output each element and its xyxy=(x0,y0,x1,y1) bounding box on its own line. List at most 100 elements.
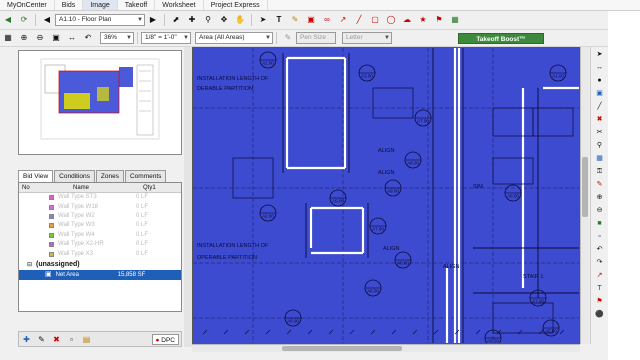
ellipse-icon[interactable]: ◯ xyxy=(385,14,397,26)
area-select[interactable]: Area (All Areas) ▼ xyxy=(195,32,273,44)
hand-icon[interactable]: ✋ xyxy=(234,14,246,26)
pan-icon[interactable]: ✥ xyxy=(218,14,230,26)
next-page-icon[interactable]: ▶ xyxy=(147,14,159,26)
cloud-icon[interactable]: ☁ xyxy=(401,14,413,26)
zoom-width-icon[interactable]: ↔ xyxy=(66,32,78,44)
collapse-icon[interactable]: ⊟ xyxy=(27,261,32,268)
vertical-scrollbar[interactable] xyxy=(580,47,589,344)
lock-icon[interactable]: ⚿ xyxy=(593,166,607,177)
zoom-tool-icon[interactable]: ⊕ xyxy=(593,192,607,203)
pen-icon[interactable]: ✎ xyxy=(282,32,294,44)
delete-condition-icon[interactable]: ✖ xyxy=(51,334,62,345)
col-qty1[interactable]: Qty1 xyxy=(111,183,156,192)
stamp-icon[interactable]: ▣ xyxy=(305,14,317,26)
layers-icon[interactable]: ▦ xyxy=(449,14,461,26)
copy-condition-icon[interactable]: ▫ xyxy=(66,334,77,345)
condition-row[interactable]: Wall Type W3 0 LF xyxy=(19,221,181,230)
area-icon[interactable]: ▣ xyxy=(593,88,607,99)
edit-condition-icon[interactable]: ✎ xyxy=(36,334,47,345)
flag-icon[interactable]: ⚑ xyxy=(433,14,445,26)
add-condition-icon[interactable]: ✚ xyxy=(21,334,32,345)
tab-bid-view[interactable]: Bid View xyxy=(18,170,54,182)
page-thumbnail[interactable] xyxy=(18,50,182,155)
tab-comments[interactable]: Comments xyxy=(124,170,167,182)
eraser-icon[interactable]: ✖ xyxy=(593,114,607,125)
text-tool-icon[interactable]: T xyxy=(593,283,607,294)
snap-icon[interactable]: ⚲ xyxy=(593,140,607,151)
section-tag-label: A3.00 xyxy=(361,74,373,79)
secondary-toolbar: ▦ ⊕ ⊖ ▣ ↔ ↶ 36% ▼ 1/8" = 1'-0" ▼ Area (All… xyxy=(0,30,640,47)
col-name[interactable]: Name xyxy=(49,183,111,192)
count-icon[interactable]: ● xyxy=(593,75,607,86)
condition-row[interactable]: Wall Type W4 0 LF xyxy=(19,231,181,240)
crosshair-icon[interactable]: ✚ xyxy=(186,14,198,26)
condition-row[interactable]: Wall Type X3 0 LF xyxy=(19,249,181,258)
rectangle-icon[interactable]: ▢ xyxy=(369,14,381,26)
page-select[interactable]: A1.10 - Floor Plan ▼ xyxy=(55,14,145,26)
back-icon[interactable]: ◀ xyxy=(2,14,14,26)
takeoff-boost-button[interactable]: Takeoff Boost™ xyxy=(458,33,544,44)
scale-select[interactable]: 1/8" = 1'-0" ▼ xyxy=(141,32,191,44)
menu-bids[interactable]: Bids xyxy=(55,0,84,10)
menu-worksheet[interactable]: Worksheet xyxy=(155,0,204,10)
folder-icon[interactable]: ▤ xyxy=(81,334,92,345)
flag-tool-icon[interactable]: ⚑ xyxy=(593,296,607,307)
callout-icon[interactable]: ★ xyxy=(417,14,429,26)
text-icon[interactable]: T xyxy=(273,14,285,26)
app-window: MyOnCenter Bids Image Takeoff Worksheet … xyxy=(0,0,640,360)
condition-name: Wall Type X2-HR xyxy=(58,241,104,248)
arrow-tool-icon[interactable]: ↗ xyxy=(593,270,607,281)
redo-icon[interactable]: ↷ xyxy=(593,257,607,268)
view-icon[interactable]: ▦ xyxy=(593,153,607,164)
menu-project-express[interactable]: Project Express xyxy=(204,0,268,10)
pointer-icon[interactable]: ➤ xyxy=(257,14,269,26)
horizontal-scroll-thumb[interactable] xyxy=(282,346,402,351)
dpc-button[interactable]: ● DPC xyxy=(151,333,179,345)
zoom-icon[interactable]: ⚲ xyxy=(202,14,214,26)
prev-page-icon[interactable]: ◀ xyxy=(41,14,53,26)
drawing-canvas[interactable]: A2.00 A3.00 A7.00 A8.00 A9.00 A5.00 A2.00 A6.00… xyxy=(192,47,580,344)
highlight-tool-icon[interactable]: ✎ xyxy=(593,179,607,190)
horizontal-scrollbar[interactable] xyxy=(192,344,580,352)
arrow-icon[interactable]: ↗ xyxy=(337,14,349,26)
measure-icon[interactable]: ↔ xyxy=(593,62,607,73)
zoom-fit-icon[interactable]: ▣ xyxy=(50,32,62,44)
condition-row[interactable]: Wall Type W18 0 LF xyxy=(19,202,181,211)
zoom-prev-icon[interactable]: ↶ xyxy=(82,32,94,44)
zoom-out-tool-icon[interactable]: ⊖ xyxy=(593,205,607,216)
zoom-out-icon[interactable]: ⊖ xyxy=(34,32,46,44)
link-icon[interactable]: ∞ xyxy=(321,14,333,26)
group-row[interactable]: ⊟ (unassigned) xyxy=(19,259,181,270)
condition-row[interactable]: Wall Type X2-HR 0 LF xyxy=(19,240,181,249)
menu-myoncenter[interactable]: MyOnCenter xyxy=(0,0,55,10)
zoom-value: 36% xyxy=(104,34,118,41)
panel-splitter[interactable] xyxy=(184,47,192,347)
selected-condition-row[interactable]: ▣ Net Area 15,858 SF xyxy=(19,269,181,280)
vertical-scroll-thumb[interactable] xyxy=(582,157,588,217)
refresh-icon[interactable]: ⟳ xyxy=(18,14,30,26)
condition-qty: 0 LF xyxy=(136,222,149,229)
zoom-select[interactable]: 36% ▼ xyxy=(100,32,134,44)
undo-icon[interactable]: ↶ xyxy=(593,244,607,255)
pin-icon[interactable]: ⚫ xyxy=(593,309,607,320)
menu-image[interactable]: Image xyxy=(83,0,118,10)
select-icon[interactable]: ⬈ xyxy=(170,14,182,26)
condition-row[interactable]: Wall Type ST3 0 LF xyxy=(19,193,181,202)
linear-icon[interactable]: ╱ xyxy=(593,101,607,112)
style-select[interactable]: Letter ▼ xyxy=(342,32,392,44)
color-icon[interactable]: ■ xyxy=(593,218,607,229)
copy-tool-icon[interactable]: ▫ xyxy=(593,231,607,242)
condition-row[interactable]: Wall Type W2 0 LF xyxy=(19,212,181,221)
tab-zones[interactable]: Zones xyxy=(95,170,124,182)
tab-conditions[interactable]: Conditions xyxy=(54,170,95,182)
highlight-icon[interactable]: ✎ xyxy=(289,14,301,26)
line-icon[interactable]: ╱ xyxy=(353,14,365,26)
zoom-in-icon[interactable]: ⊕ xyxy=(18,32,30,44)
pen-size-select[interactable]: Pen Size xyxy=(296,32,336,44)
col-no[interactable]: No xyxy=(19,183,49,192)
menu-takeoff[interactable]: Takeoff xyxy=(118,0,156,10)
grid-icon[interactable]: ▦ xyxy=(2,32,14,44)
select-tool-icon[interactable]: ➤ xyxy=(593,49,607,60)
cut-icon[interactable]: ✂ xyxy=(593,127,607,138)
plan-annotation: ALIGN xyxy=(378,170,395,176)
